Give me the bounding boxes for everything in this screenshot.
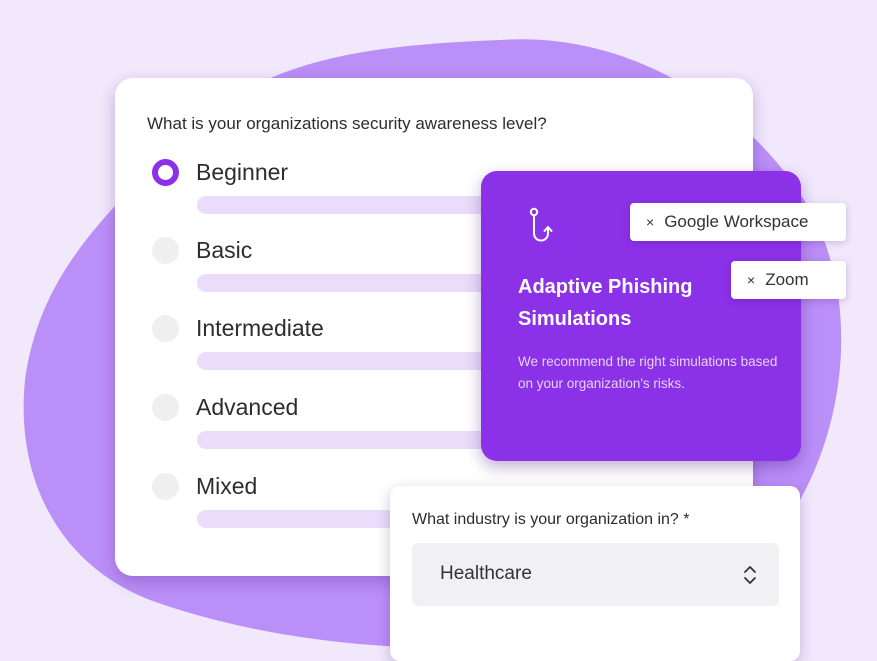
radio-icon[interactable] bbox=[152, 394, 179, 421]
chevron-up-down-icon[interactable] bbox=[742, 563, 758, 587]
hook-icon bbox=[529, 207, 553, 242]
industry-select[interactable]: Healthcare bbox=[412, 543, 779, 606]
tag-google-workspace[interactable]: × Google Workspace bbox=[630, 203, 846, 241]
tag-label: Google Workspace bbox=[664, 212, 809, 231]
industry-question: What industry is your organization in? * bbox=[412, 511, 690, 528]
industry-card: What industry is your organization in? *… bbox=[390, 486, 800, 661]
radio-icon[interactable] bbox=[152, 237, 179, 264]
promo-description: We recommend the right simulations based… bbox=[518, 354, 778, 391]
tag-label: Zoom bbox=[765, 270, 809, 289]
promo-title: Adaptive Phishing Simulations bbox=[518, 276, 693, 330]
option-label: Basic bbox=[196, 237, 253, 263]
industry-value: Healthcare bbox=[440, 563, 532, 584]
option-label: Advanced bbox=[196, 394, 299, 420]
radio-icon[interactable] bbox=[152, 315, 179, 342]
option-label: Mixed bbox=[196, 473, 258, 499]
close-icon[interactable]: × bbox=[747, 272, 755, 288]
option-label: Intermediate bbox=[196, 315, 324, 341]
radio-icon[interactable] bbox=[152, 473, 179, 500]
radio-selected-icon[interactable] bbox=[152, 159, 179, 186]
close-icon[interactable]: × bbox=[646, 214, 654, 230]
security-question: What is your organizations security awar… bbox=[147, 114, 547, 133]
tag-zoom[interactable]: × Zoom bbox=[731, 261, 846, 299]
option-label: Beginner bbox=[196, 159, 289, 185]
